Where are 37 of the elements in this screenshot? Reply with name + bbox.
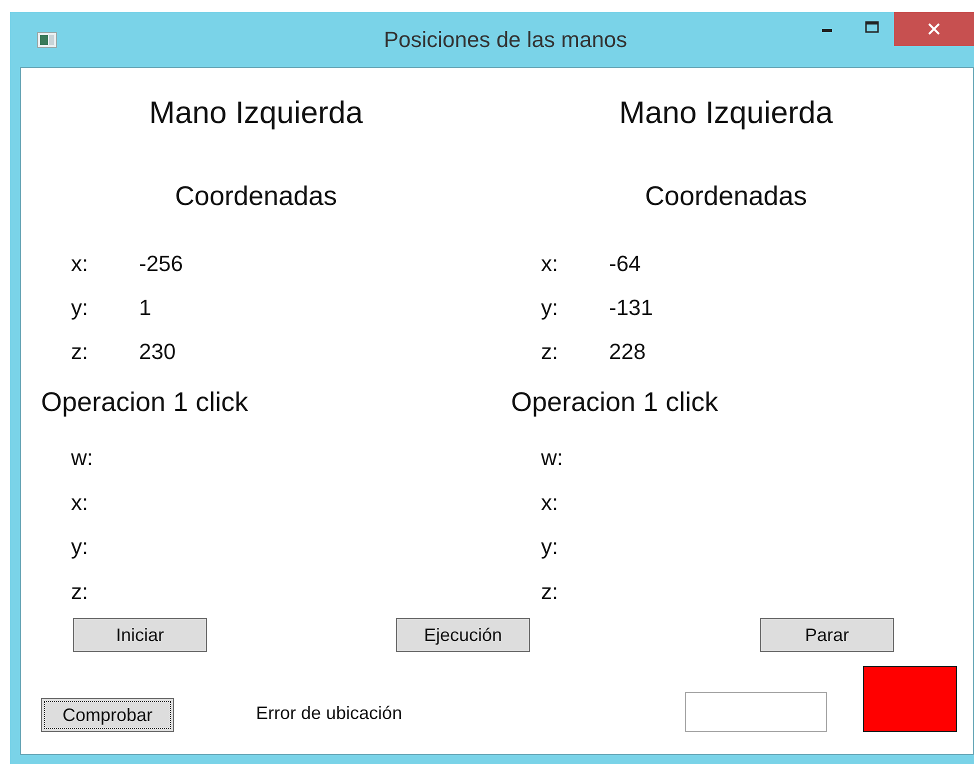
action-button[interactable]: Parar bbox=[760, 618, 894, 652]
operation-heading: Operacion 1 click bbox=[40, 386, 250, 419]
axis-label: y: bbox=[71, 294, 90, 322]
minimize-icon bbox=[822, 28, 832, 32]
axis-label: w: bbox=[541, 444, 564, 472]
coordinate-value: -256 bbox=[139, 250, 184, 278]
axis-label: z: bbox=[541, 338, 560, 366]
maximize-icon bbox=[864, 21, 878, 33]
error-input-field[interactable] bbox=[685, 692, 827, 732]
axis-label: y: bbox=[541, 533, 560, 561]
coordinates-heading: Coordenadas bbox=[644, 180, 808, 213]
axis-label: z: bbox=[541, 578, 560, 606]
coordinate-value: -131 bbox=[609, 294, 654, 322]
axis-label: z: bbox=[71, 338, 90, 366]
coordinate-value: 230 bbox=[139, 338, 176, 366]
axis-label: y: bbox=[71, 533, 90, 561]
axis-label: x: bbox=[541, 250, 560, 278]
app-icon bbox=[37, 32, 57, 48]
coordinate-value: -64 bbox=[609, 250, 641, 278]
close-icon bbox=[928, 23, 940, 35]
coordinate-value: 1 bbox=[139, 294, 152, 322]
error-label: Error de ubicación bbox=[256, 702, 402, 725]
operation-heading: Operacion 1 click bbox=[510, 386, 720, 419]
axis-label: x: bbox=[71, 488, 90, 516]
action-button[interactable]: Iniciar bbox=[73, 618, 207, 652]
hand-heading: Mano Izquierda bbox=[148, 94, 364, 132]
hand-heading: Mano Izquierda bbox=[618, 94, 834, 132]
window-title: Posiciones de las manos bbox=[382, 26, 628, 52]
coordinates-heading: Coordenadas bbox=[174, 180, 338, 213]
coordinate-value: 228 bbox=[609, 338, 646, 366]
axis-label: x: bbox=[71, 250, 90, 278]
axis-label: z: bbox=[71, 578, 90, 606]
action-button[interactable]: Ejecución bbox=[396, 618, 530, 652]
axis-label: y: bbox=[541, 294, 560, 322]
axis-label: x: bbox=[541, 488, 560, 516]
check-button[interactable]: Comprobar bbox=[41, 698, 174, 732]
axis-label: w: bbox=[71, 444, 94, 472]
